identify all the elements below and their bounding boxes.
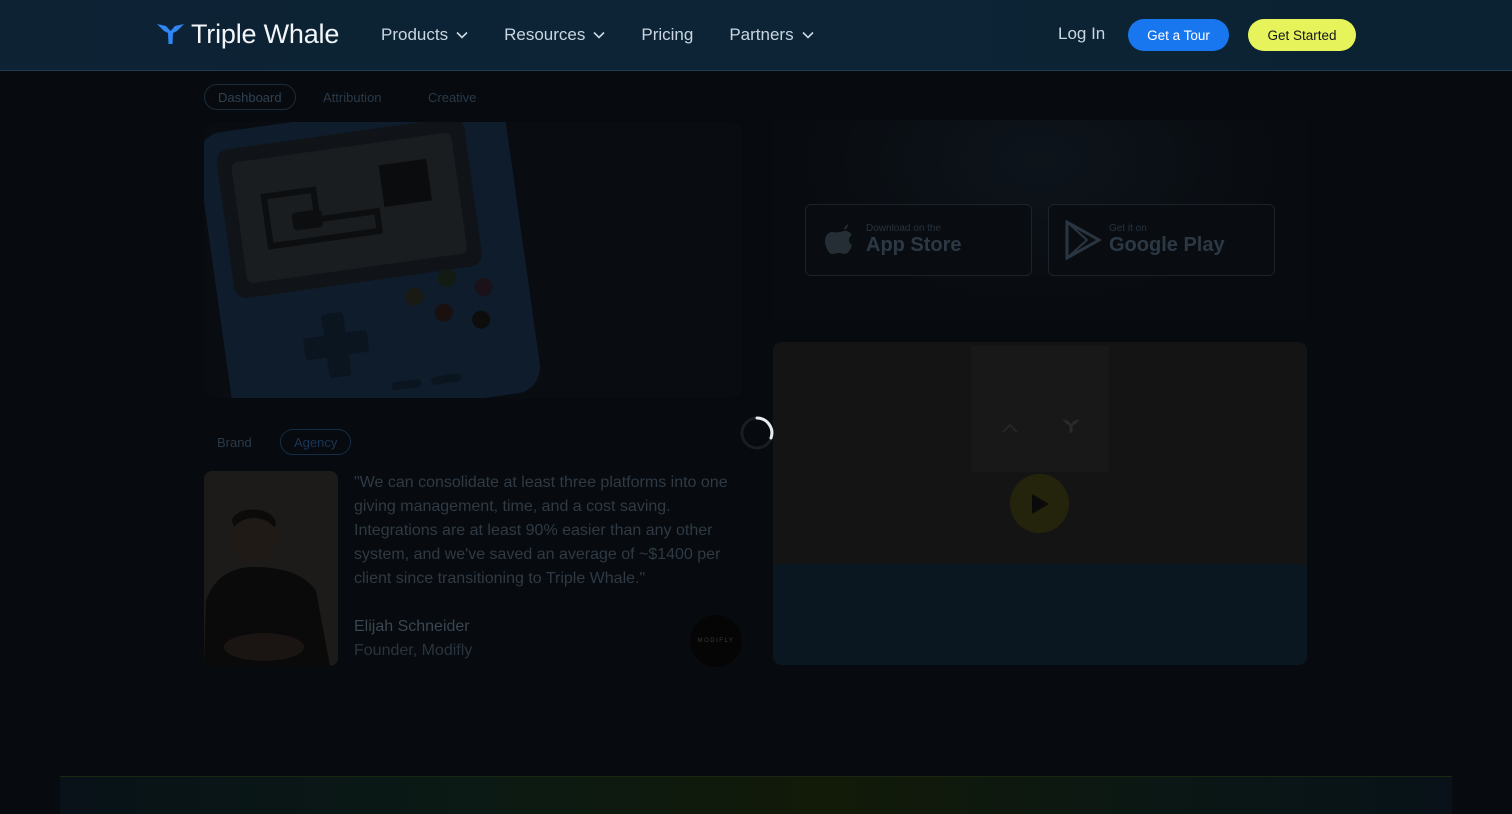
testimonial-tab-brand[interactable]: Brand [204,429,265,455]
tab-dashboard[interactable]: Dashboard [204,84,296,110]
nav-resources[interactable]: Resources [504,22,605,48]
nav-resources-label: Resources [504,25,586,44]
testimonial-author: Elijah Schneider [354,618,470,635]
tab-attribution[interactable]: Attribution [310,84,395,110]
person-photo [204,471,338,666]
get-tour-button[interactable]: Get a Tour [1128,19,1229,51]
main-nav: Products Resources Pricing Partners [381,22,850,48]
brand-name: Triple Whale [191,18,340,49]
whale-tail-icon [1062,419,1080,433]
get-started-button[interactable]: Get Started [1248,19,1356,51]
brand-logo[interactable]: Triple Whale [156,18,339,50]
google-play-small-text: Get it on [1109,223,1147,234]
spinner-icon [740,416,774,450]
modifly-logo: MODIFLY [690,615,742,667]
nav-products-label: Products [381,25,449,44]
play-icon [1031,493,1049,514]
nav-pricing[interactable]: Pricing [641,22,693,48]
testimonial-avatar [204,471,338,666]
tab-creative[interactable]: Creative [415,84,489,110]
product-illustration [204,122,742,398]
testimonial-role: Founder, Modifly [354,642,473,659]
nav-partners-label: Partners [729,25,794,44]
google-play-icon [1065,220,1103,260]
handheld-console-illustration [204,122,541,398]
play-button[interactable] [1010,474,1069,533]
login-link[interactable]: Log In [1058,24,1105,44]
site-header: Triple Whale Products Resources Pricing … [0,0,1512,71]
google-play-button[interactable]: Get it on Google Play [1048,204,1275,276]
google-play-big-text: Google Play [1109,234,1225,256]
chevron-down-icon [456,31,468,39]
app-store-big-text: App Store [866,234,962,256]
chevron-up-icon [1002,423,1018,433]
chevron-down-icon [593,31,605,39]
testimonial-tab-agency[interactable]: Agency [280,429,352,455]
video-thumbnail-card [971,346,1109,472]
app-store-small-text: Download on the [866,223,942,234]
video-footer-area [773,564,1307,665]
app-store-button[interactable]: Download on the App Store [805,204,1032,276]
testimonial-quote: "We can consolidate at least three platf… [354,474,728,587]
apple-icon [825,224,852,254]
chevron-down-icon [802,31,814,39]
whale-tail-icon [157,24,184,44]
nav-pricing-label: Pricing [641,25,694,44]
nav-partners[interactable]: Partners [729,22,814,48]
nav-products[interactable]: Products [381,22,468,48]
section-divider-glow [60,776,1452,814]
